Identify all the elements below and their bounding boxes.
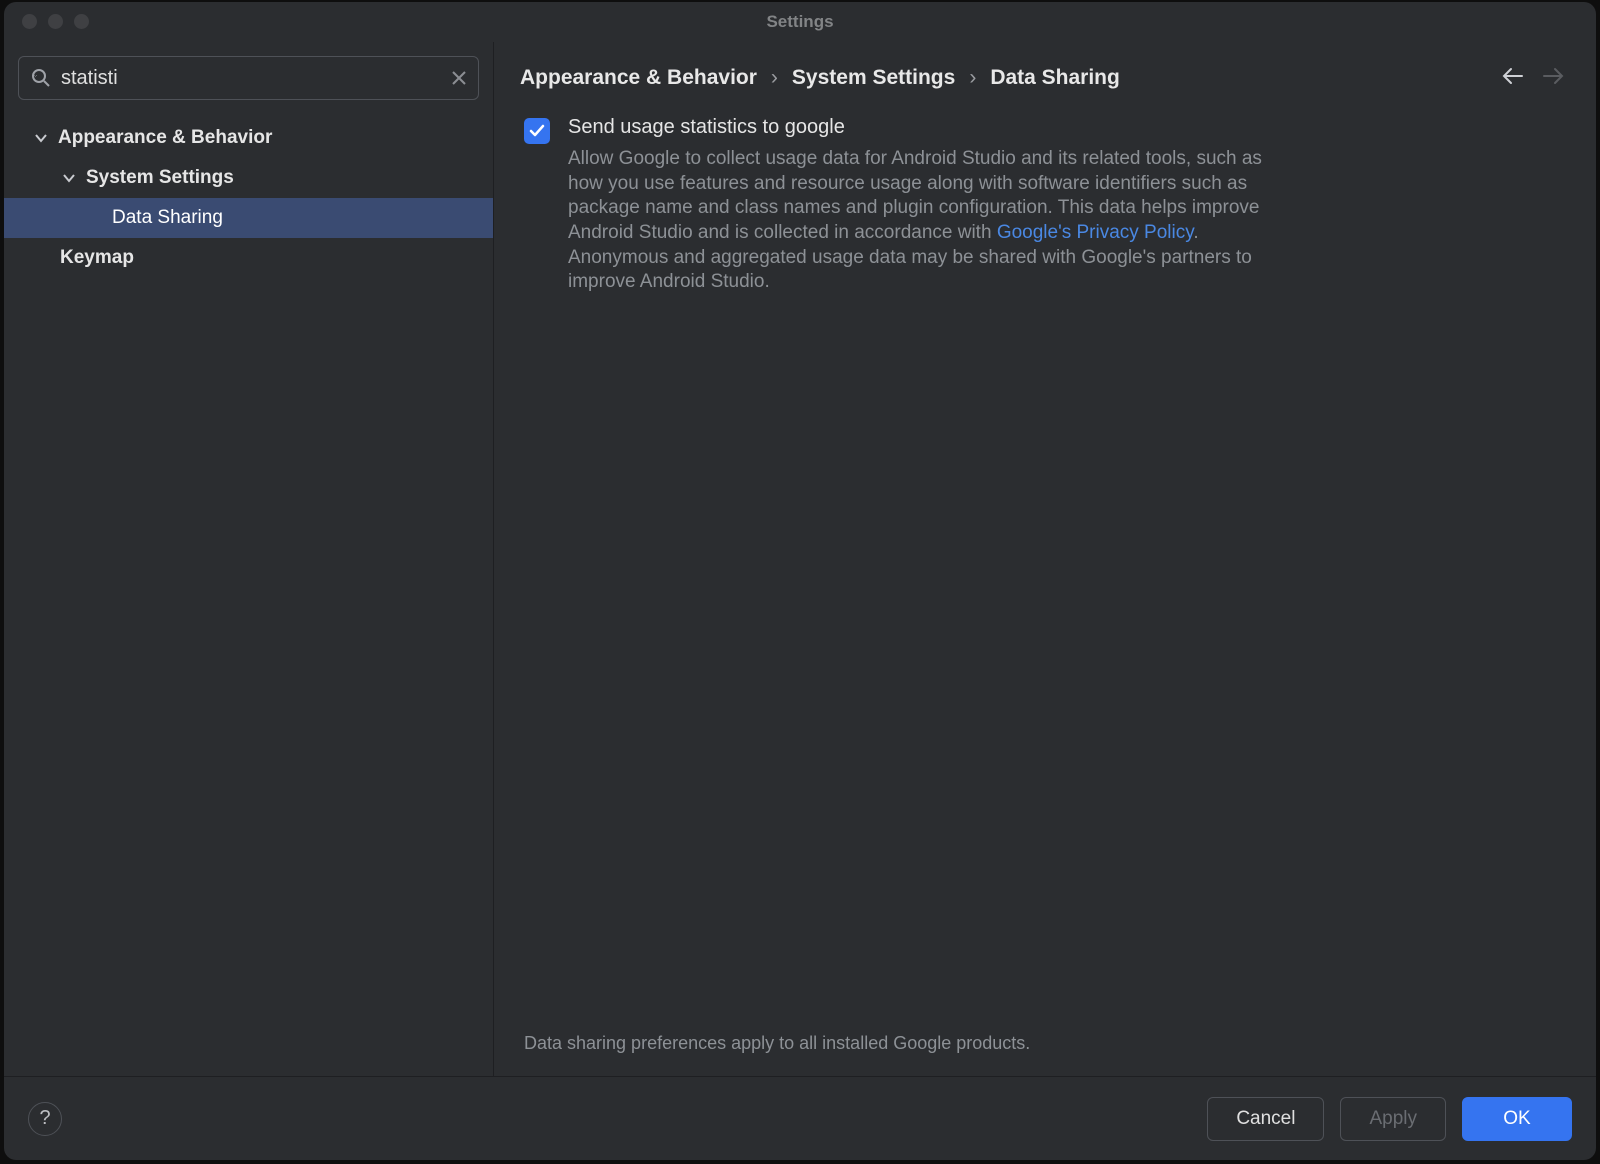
settings-window: Settings Appe: [4, 2, 1596, 1160]
check-icon: [529, 123, 545, 139]
search-input[interactable]: [61, 67, 442, 90]
back-arrow-icon[interactable]: [1502, 67, 1524, 90]
search-field-container[interactable]: [18, 56, 479, 100]
close-window-button[interactable]: [22, 14, 37, 29]
setting-row: Send usage statistics to google Allow Go…: [524, 116, 1566, 295]
window-controls: [22, 14, 89, 29]
tree-item-keymap[interactable]: Keymap: [4, 238, 493, 278]
breadcrumb-item[interactable]: Appearance & Behavior: [520, 66, 757, 90]
sidebar: Appearance & Behavior System Settings Da…: [4, 42, 494, 1076]
footnote: Data sharing preferences apply to all in…: [520, 1033, 1596, 1076]
tree-label: System Settings: [86, 167, 234, 189]
button-label: Apply: [1369, 1108, 1417, 1130]
window-body: Appearance & Behavior System Settings Da…: [4, 42, 1596, 1076]
setting-description: Allow Google to collect usage data for A…: [568, 147, 1268, 295]
button-label: Cancel: [1236, 1108, 1295, 1130]
nav-arrows: [1502, 67, 1570, 90]
forward-arrow-icon: [1542, 67, 1564, 90]
button-label: OK: [1503, 1108, 1530, 1130]
clear-search-icon[interactable]: [452, 71, 466, 85]
help-icon: ?: [39, 1107, 50, 1130]
tree-item-system-settings[interactable]: System Settings: [4, 158, 493, 198]
titlebar: Settings: [4, 2, 1596, 42]
settings-tree: Appearance & Behavior System Settings Da…: [4, 114, 493, 278]
breadcrumb-separator: ›: [969, 66, 976, 90]
tree-label: Data Sharing: [112, 207, 223, 229]
breadcrumb: Appearance & Behavior › System Settings …: [520, 66, 1488, 90]
cancel-button[interactable]: Cancel: [1207, 1097, 1324, 1141]
dialog-footer: ? Cancel Apply OK: [4, 1076, 1596, 1160]
search-icon: [31, 68, 51, 88]
help-button[interactable]: ?: [28, 1102, 62, 1136]
breadcrumb-separator: ›: [771, 66, 778, 90]
main-header: Appearance & Behavior › System Settings …: [494, 42, 1596, 108]
tree-label: Appearance & Behavior: [58, 127, 272, 149]
minimize-window-button[interactable]: [48, 14, 63, 29]
privacy-policy-link[interactable]: Google's Privacy Policy: [997, 222, 1194, 243]
apply-button: Apply: [1340, 1097, 1446, 1141]
maximize-window-button[interactable]: [74, 14, 89, 29]
main-panel: Appearance & Behavior › System Settings …: [494, 42, 1596, 1076]
setting-label: Send usage statistics to google: [568, 116, 1268, 139]
tree-item-data-sharing[interactable]: Data Sharing: [4, 198, 493, 238]
ok-button[interactable]: OK: [1462, 1097, 1572, 1141]
chevron-down-icon: [60, 172, 78, 184]
breadcrumb-item[interactable]: Data Sharing: [990, 66, 1120, 90]
tree-item-appearance-behavior[interactable]: Appearance & Behavior: [4, 118, 493, 158]
send-statistics-checkbox[interactable]: [524, 118, 550, 144]
tree-label: Keymap: [60, 247, 134, 269]
window-title: Settings: [766, 12, 833, 32]
chevron-down-icon: [32, 132, 50, 144]
breadcrumb-item[interactable]: System Settings: [792, 66, 955, 90]
content-area: Send usage statistics to google Allow Go…: [494, 108, 1596, 1033]
